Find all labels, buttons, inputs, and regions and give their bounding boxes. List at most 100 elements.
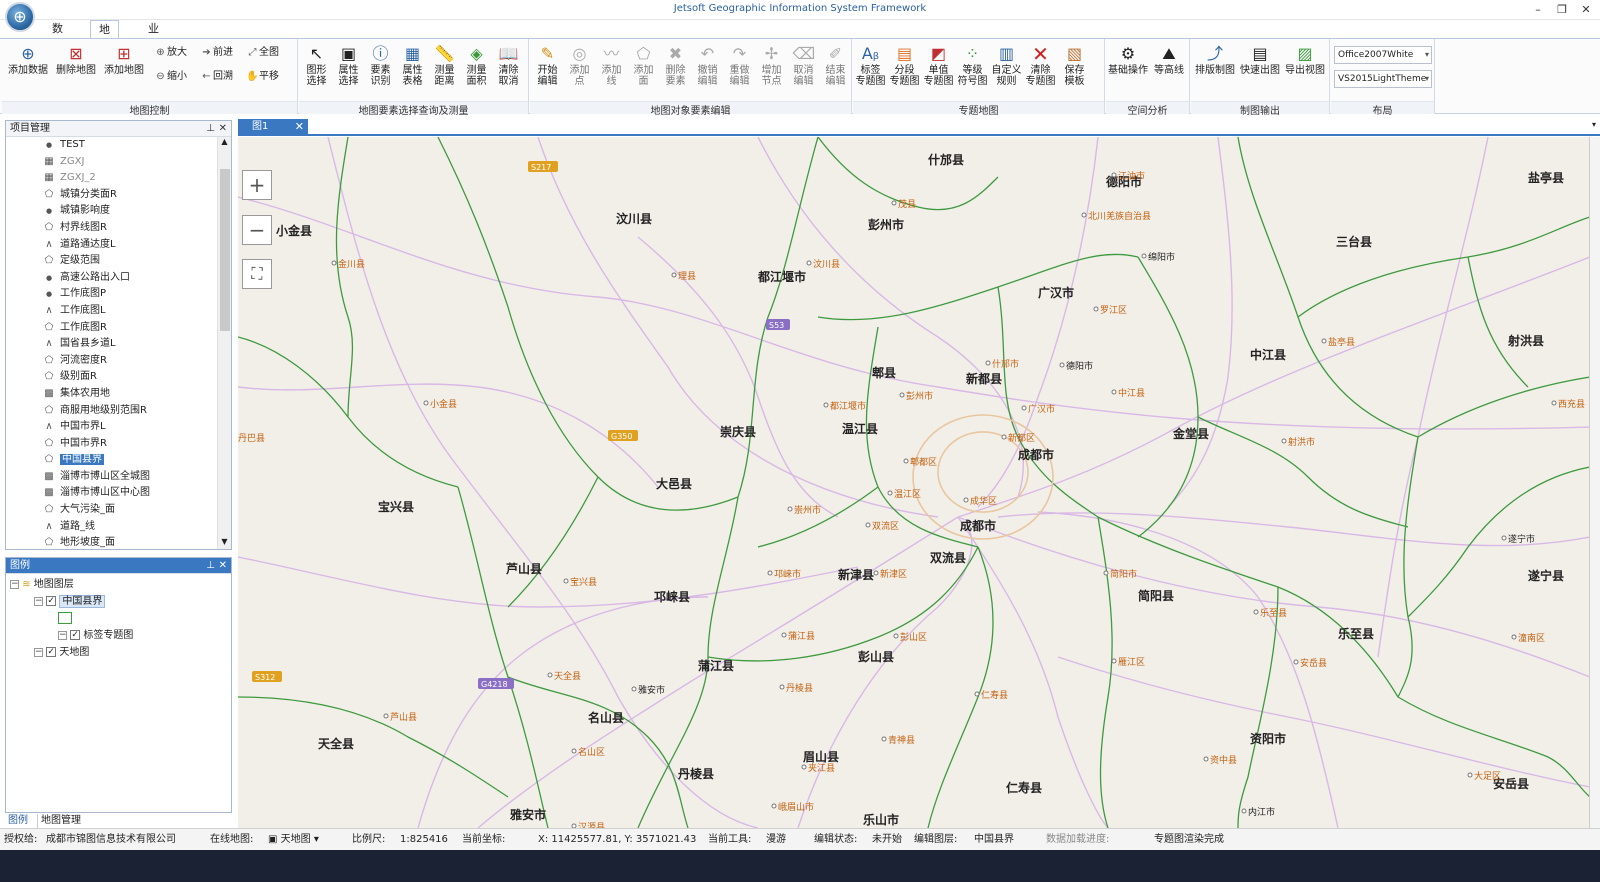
layer-list-item[interactable]: ⬠ 工作底图R bbox=[6, 320, 218, 337]
layer-list-item[interactable]: ⬠ 中国市界R bbox=[6, 436, 218, 453]
map-tab-1[interactable]: 图1 ✕ bbox=[238, 119, 308, 135]
theme-select-2[interactable]: VS2015LightTheme ▾ bbox=[1334, 70, 1432, 88]
layer-list-item[interactable]: ⬠ 城镇分类面R bbox=[6, 187, 218, 204]
save-template-button[interactable]: ▧ 保存 模板 bbox=[1059, 42, 1090, 99]
layer-list-item[interactable]: ▦ ZGXJ bbox=[6, 154, 218, 171]
legend-layer-county[interactable]: − ✓ 中国县界 bbox=[34, 595, 106, 609]
back-button[interactable]: ← 回溯 bbox=[200, 69, 233, 85]
restore-button[interactable]: ❐ bbox=[1551, 2, 1573, 18]
tab-business[interactable]: 业务管理 bbox=[140, 20, 167, 86]
pan-button[interactable]: ✋平移 bbox=[246, 69, 279, 85]
collapse-icon[interactable]: − bbox=[34, 647, 43, 657]
map-scrollbar[interactable] bbox=[1590, 137, 1600, 828]
layer-list-item[interactable]: ⬠ 村界线图R bbox=[6, 220, 218, 237]
layout-map-button[interactable]: ⤴ 排版制图 bbox=[1193, 42, 1237, 99]
add-line-button[interactable]: 〰添加 线 bbox=[596, 42, 627, 99]
layer-list-item[interactable]: ● TEST bbox=[6, 137, 218, 154]
collapse-icon[interactable]: − bbox=[10, 579, 19, 589]
legend-sublayer-label[interactable]: − ✓ 标签专题图 bbox=[58, 629, 133, 643]
tab-map-management[interactable]: 地图管理 bbox=[37, 814, 84, 828]
map-view[interactable]: 什邡县 德阳市 中江县 三台县 盐亭县 射洪县 汶川县 彭州市 小金县 都江堰市 广汉市 郫县 新都县温… bbox=[238, 137, 1590, 828]
tab-map[interactable]: 地图 bbox=[90, 20, 119, 53]
minimize-button[interactable]: – bbox=[1527, 2, 1549, 18]
tab-legend[interactable]: 图例 bbox=[5, 814, 31, 829]
measure-area-button[interactable]: ◈ 测量 面积 bbox=[461, 42, 492, 99]
map-zoom-out-button[interactable]: − bbox=[242, 215, 272, 245]
layer-list-item[interactable]: ▦ ZGXJ_2 bbox=[6, 170, 218, 187]
layer-list-item[interactable]: ⬠ 定级范围 bbox=[6, 253, 218, 270]
basic-operation-button[interactable]: ⚙ 基础操作 bbox=[1108, 42, 1148, 99]
scroll-down-icon[interactable]: ▼ bbox=[218, 537, 231, 549]
attribute-table-button[interactable]: ▦ 属性 表格 bbox=[397, 42, 428, 99]
layer-list-item[interactable]: ● 高速公路出入口 bbox=[6, 270, 218, 287]
add-polygon-button[interactable]: ⬠ 添加 面 bbox=[628, 42, 659, 99]
layer-list-item[interactable]: ∧ 工作底图L bbox=[6, 303, 218, 320]
close-window-button[interactable]: ✕ bbox=[1575, 2, 1597, 18]
sublayer-visibility-checkbox[interactable]: ✓ bbox=[70, 630, 81, 640]
end-edit-button[interactable]: ✐ 结束 编辑 bbox=[820, 42, 851, 99]
start-edit-button[interactable]: ✎ 开始 编辑 bbox=[532, 42, 563, 99]
custom-rule-button[interactable]: ▥ 自定义 规则 bbox=[991, 42, 1022, 99]
attribute-select-button[interactable]: ▣ 属性 选择 bbox=[333, 42, 364, 99]
map-canvas[interactable]: 什邡县德阳市中江县三台县盐亭县射洪县汶川县 彭州市小金县都江堰市广汉市郫县 新都县温… bbox=[238, 137, 1590, 828]
layer-list-item[interactable]: ▩ 集体农用地 bbox=[6, 386, 218, 403]
project-scrollbar[interactable]: ▲ ▼ bbox=[217, 137, 231, 549]
clear-cancel-button[interactable]: 📖 清除 取消 bbox=[493, 42, 524, 99]
layer-list-item[interactable]: ∧ 道路通达度L bbox=[6, 237, 218, 254]
layer-list-item[interactable]: ⬠ 级别面R bbox=[6, 369, 218, 386]
layer-list-item[interactable]: ⬠ 商服用地级别范围R bbox=[6, 403, 218, 420]
measure-distance-button[interactable]: 📏 测量 距离 bbox=[429, 42, 460, 99]
legend-layer-tianditu[interactable]: − ✓ 天地图 bbox=[34, 646, 89, 660]
layer-list-item[interactable]: ⬠ 中国县界 bbox=[6, 452, 218, 469]
close-icon[interactable]: ✕ bbox=[219, 121, 227, 136]
layer-list-item[interactable]: ⬠ 地形坡度_面 bbox=[6, 535, 218, 549]
quick-export-button[interactable]: ▤ 快速出图 bbox=[1238, 42, 1282, 99]
add-map-button[interactable]: ⊞ 添加地图 bbox=[102, 42, 146, 99]
contour-button[interactable]: ⛰ 等高线 bbox=[1150, 42, 1188, 99]
legend-root-node[interactable]: − ≋ 地图图层 bbox=[10, 578, 74, 592]
layer-list-item[interactable]: ● 工作底图P bbox=[6, 286, 218, 303]
graduated-symbol-button[interactable]: ⁘ 等级 符号图 bbox=[957, 42, 988, 99]
forward-button[interactable]: ➔ 前进 bbox=[200, 45, 233, 61]
close-icon[interactable]: ✕ bbox=[219, 558, 227, 573]
range-thematic-button[interactable]: ▤ 分段 专题图 bbox=[889, 42, 920, 99]
layer-visibility-checkbox[interactable]: ✓ bbox=[46, 647, 57, 657]
zoom-in-button[interactable]: ⊕ 放大 bbox=[154, 45, 187, 61]
redo-edit-button[interactable]: ↷ 重做 编辑 bbox=[724, 42, 755, 99]
layer-visibility-checkbox[interactable]: ✓ bbox=[46, 596, 57, 606]
pin-icon[interactable]: ⊥ bbox=[206, 121, 215, 136]
scroll-thumb[interactable] bbox=[220, 169, 230, 331]
export-view-button[interactable]: ▨ 导出视图 bbox=[1283, 42, 1327, 99]
app-logo-globe-icon[interactable]: ⊕ bbox=[5, 2, 35, 32]
layer-list-item[interactable]: ⬠ 河流密度R bbox=[6, 353, 218, 370]
delete-feature-button[interactable]: ✖ 删除 要素 bbox=[660, 42, 691, 99]
graphic-select-button[interactable]: ↖ 图形 选择 bbox=[301, 42, 332, 99]
zoom-out-button[interactable]: ⊖ 缩小 bbox=[154, 69, 187, 85]
identify-button[interactable]: ⓘ 要素 识别 bbox=[365, 42, 396, 99]
layer-list-item[interactable]: ∧ 中国市界L bbox=[6, 419, 218, 436]
delete-map-button[interactable]: ⊠ 删除地图 bbox=[54, 42, 98, 99]
add-data-button[interactable]: ⊕ 添加数据 bbox=[6, 42, 50, 99]
add-vertex-button[interactable]: ✢ 增加 节点 bbox=[756, 42, 787, 99]
layer-list-item[interactable]: ▩ 淄博市博山区全城图 bbox=[6, 469, 218, 486]
online-map-select[interactable]: ▣ 天地图 ▾ bbox=[268, 829, 319, 850]
scroll-up-icon[interactable]: ▲ bbox=[218, 137, 231, 149]
undo-edit-button[interactable]: ↶ 撤销 编辑 bbox=[692, 42, 723, 99]
collapse-icon[interactable]: − bbox=[34, 596, 43, 606]
layer-list-item[interactable]: ● 城镇影响度 bbox=[6, 203, 218, 220]
clear-thematic-button[interactable]: ✕ 清除 专题图 bbox=[1025, 42, 1056, 99]
layer-list-item[interactable]: ∧ 道路_线 bbox=[6, 519, 218, 536]
layer-list-item[interactable]: ∧ 国省县乡道L bbox=[6, 336, 218, 353]
map-zoom-in-button[interactable]: + bbox=[242, 170, 272, 200]
theme-select-1[interactable]: Office2007White ▾ bbox=[1334, 46, 1432, 64]
full-extent-button[interactable]: ⤢ 全图 bbox=[246, 45, 280, 61]
label-thematic-button[interactable]: Aᵦ 标签 专题图 bbox=[855, 42, 886, 99]
tab-data[interactable]: 数据 bbox=[44, 20, 71, 52]
map-full-extent-button[interactable]: ⛶ bbox=[242, 259, 272, 289]
layer-list-item[interactable]: ⬠ 大气污染_面 bbox=[6, 502, 218, 519]
collapse-icon[interactable]: − bbox=[58, 630, 67, 640]
close-tab-icon[interactable]: ✕ bbox=[295, 119, 304, 135]
add-point-button[interactable]: ◎ 添加 点 bbox=[564, 42, 595, 99]
pin-icon[interactable]: ⊥ bbox=[206, 558, 215, 573]
unique-thematic-button[interactable]: ◩ 单值 专题图 bbox=[923, 42, 954, 99]
